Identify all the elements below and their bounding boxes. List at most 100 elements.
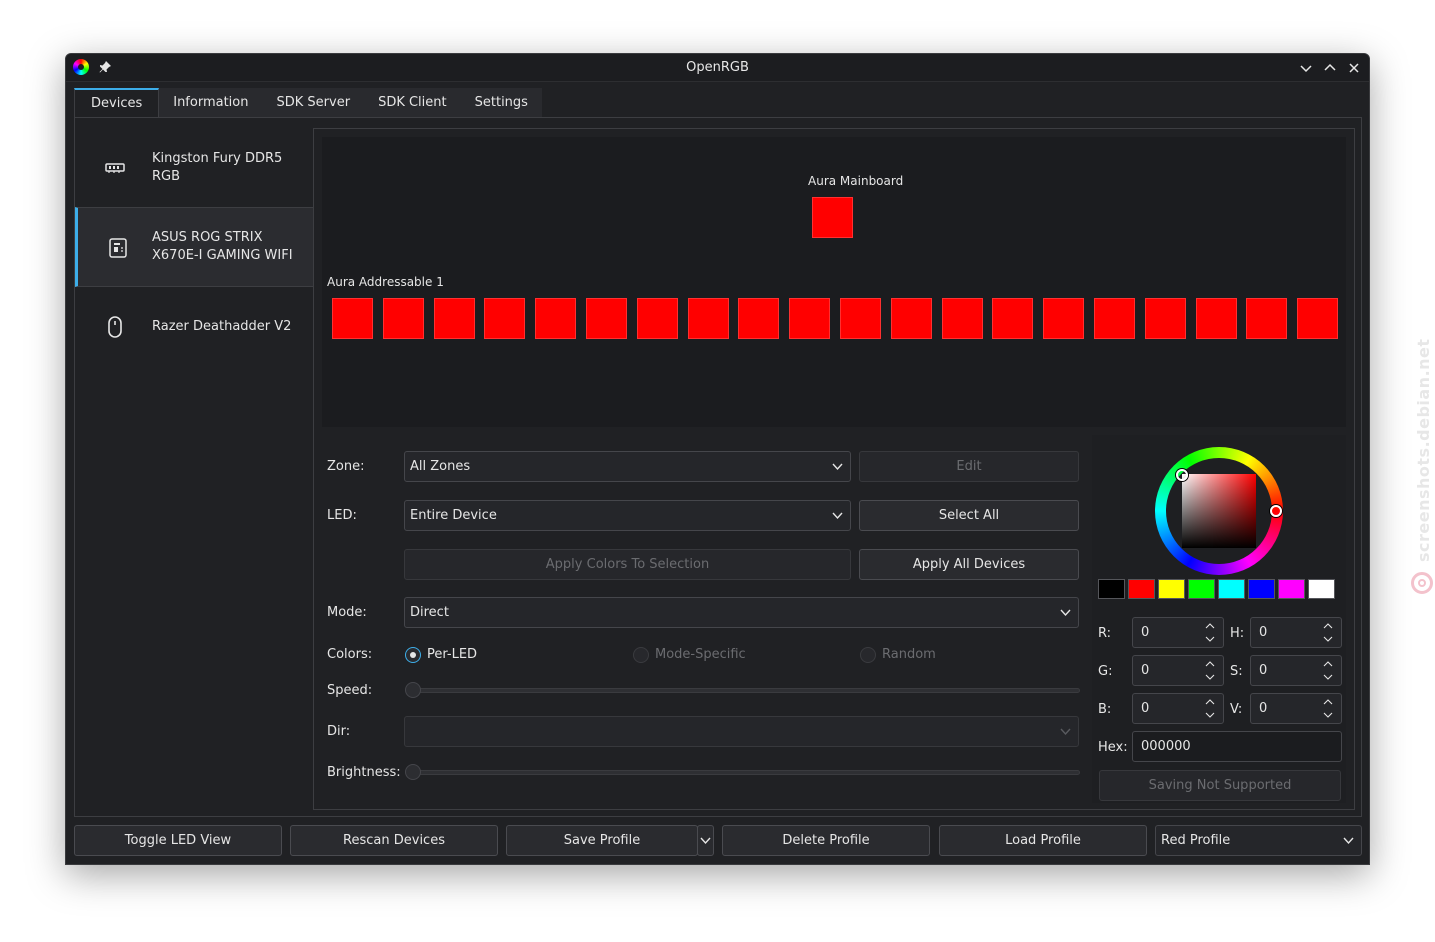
color-swatch-00ff00[interactable] <box>1188 579 1215 599</box>
device-item-kingston[interactable]: Kingston Fury DDR5 RGB <box>75 128 313 208</box>
led-addressable-16[interactable] <box>1094 298 1135 339</box>
led-select[interactable]: Entire Device <box>404 500 851 531</box>
chevron-down-icon <box>832 512 843 520</box>
h-value: 0 <box>1259 625 1268 640</box>
close-button[interactable] <box>1345 59 1363 77</box>
mode-specific-radio[interactable] <box>633 647 649 663</box>
save-profile-menu-button[interactable] <box>697 825 714 856</box>
led-addressable-11[interactable] <box>840 298 881 339</box>
devices-tab-panel: Kingston Fury DDR5 RGB ASUS ROG STRIX X6… <box>74 117 1362 817</box>
spin-arrows-icon <box>1205 661 1215 680</box>
hex-value: 000000 <box>1141 739 1191 754</box>
color-swatch-ffff00[interactable] <box>1158 579 1185 599</box>
window-title: OpenRGB <box>686 60 749 75</box>
led-addressable-3[interactable] <box>433 298 475 339</box>
tab-information[interactable]: Information <box>159 88 263 118</box>
led-addressable-4[interactable] <box>484 298 526 339</box>
led-addressable-1[interactable] <box>332 298 373 339</box>
led-label: LED: <box>327 508 357 523</box>
mode-specific-radio-label: Mode-Specific <box>655 647 746 662</box>
hex-input[interactable]: 000000 <box>1132 731 1342 762</box>
r-spinbox[interactable]: 0 <box>1132 617 1224 648</box>
random-radio[interactable] <box>860 647 876 663</box>
apply-all-devices-button[interactable]: Apply All Devices <box>859 549 1079 580</box>
debian-swirl-icon <box>1411 572 1433 594</box>
color-swatch-0000ff[interactable] <box>1248 579 1275 599</box>
mode-select-value: Direct <box>410 605 449 620</box>
led-addressable-18[interactable] <box>1195 298 1237 339</box>
speed-slider-handle[interactable] <box>405 682 421 698</box>
device-item-asus-rog-strix[interactable]: ASUS ROG STRIX X670E-I GAMING WIFI <box>75 207 313 287</box>
sv-picker-handle[interactable] <box>1176 469 1188 481</box>
brightness-slider-track[interactable] <box>406 770 1080 775</box>
hue-picker-handle[interactable] <box>1270 505 1282 517</box>
led-addressable-2[interactable] <box>382 298 424 339</box>
s-spinbox[interactable]: 0 <box>1250 655 1342 686</box>
v-spinbox[interactable]: 0 <box>1250 693 1342 724</box>
device-label: Razer Deathadder V2 <box>152 319 292 334</box>
select-all-button[interactable]: Select All <box>859 500 1079 531</box>
spin-arrows-icon <box>1205 623 1215 642</box>
b-value: 0 <box>1141 701 1150 716</box>
profile-select[interactable]: Red Profile <box>1155 825 1362 856</box>
watermark: screenshots.debian.net <box>1408 338 1433 600</box>
dir-select[interactable] <box>404 716 1079 747</box>
mode-select[interactable]: Direct <box>404 597 1079 628</box>
spin-arrows-icon <box>1323 623 1333 642</box>
speed-slider-track[interactable] <box>406 688 1080 693</box>
g-spinbox[interactable]: 0 <box>1132 655 1224 686</box>
brightness-slider-handle[interactable] <box>405 764 421 780</box>
delete-profile-button[interactable]: Delete Profile <box>722 825 930 856</box>
h-spinbox[interactable]: 0 <box>1250 617 1342 648</box>
dir-label: Dir: <box>327 724 351 739</box>
led-addressable-15[interactable] <box>1043 298 1085 339</box>
edit-button[interactable]: Edit <box>859 451 1079 482</box>
led-mainboard-1[interactable] <box>812 197 853 238</box>
toggle-led-view-button[interactable]: Toggle LED View <box>74 825 282 856</box>
color-swatch-000000[interactable] <box>1098 579 1125 599</box>
apply-colors-to-selection-button[interactable]: Apply Colors To Selection <box>404 549 851 580</box>
led-addressable-10[interactable] <box>789 298 831 339</box>
r-value: 0 <box>1141 625 1150 640</box>
led-addressable-9[interactable] <box>738 298 780 339</box>
tab-sdk-server[interactable]: SDK Server <box>262 88 365 118</box>
save-profile-button[interactable]: Save Profile <box>506 825 698 856</box>
watermark-text: screenshots.debian.net <box>1414 338 1433 562</box>
rescan-devices-button[interactable]: Rescan Devices <box>290 825 498 856</box>
tab-settings[interactable]: Settings <box>460 88 542 118</box>
r-label: R: <box>1098 626 1112 641</box>
led-addressable-17[interactable] <box>1144 298 1186 339</box>
per-led-radio[interactable] <box>405 647 421 663</box>
led-addressable-8[interactable] <box>687 298 729 339</box>
zone-select[interactable]: All Zones <box>404 451 851 482</box>
spin-arrows-icon <box>1205 699 1215 718</box>
openrgb-window: OpenRGB Devices Information SDK Server S… <box>65 53 1370 865</box>
device-item-razer[interactable]: Razer Deathadder V2 <box>75 287 313 367</box>
led-addressable-13[interactable] <box>941 298 983 339</box>
b-spinbox[interactable]: 0 <box>1132 693 1224 724</box>
color-swatch-ff0000[interactable] <box>1128 579 1155 599</box>
led-addressable-5[interactable] <box>535 298 577 339</box>
h-label: H: <box>1230 626 1245 641</box>
minimize-button[interactable] <box>1297 59 1315 77</box>
color-swatch-ff00ff[interactable] <box>1278 579 1305 599</box>
chevron-down-icon <box>1060 728 1071 736</box>
saturation-value-square[interactable] <box>1182 474 1256 548</box>
led-addressable-19[interactable] <box>1246 298 1288 339</box>
color-swatch-ffffff[interactable] <box>1308 579 1335 599</box>
maximize-button[interactable] <box>1321 59 1339 77</box>
zone-title-aura-addressable: Aura Addressable 1 <box>327 275 444 289</box>
led-addressable-20[interactable] <box>1297 298 1339 339</box>
b-label: B: <box>1098 702 1112 717</box>
led-addressable-14[interactable] <box>992 298 1034 339</box>
tab-sdk-client[interactable]: SDK Client <box>364 88 461 118</box>
spin-arrows-icon <box>1323 661 1333 680</box>
saving-not-supported-button[interactable]: Saving Not Supported <box>1099 770 1341 801</box>
led-addressable-6[interactable] <box>586 298 627 339</box>
led-addressable-7[interactable] <box>636 298 678 339</box>
load-profile-button[interactable]: Load Profile <box>939 825 1147 856</box>
s-value: 0 <box>1259 663 1268 678</box>
tab-devices[interactable]: Devices <box>74 88 160 118</box>
color-swatch-00ffff[interactable] <box>1218 579 1245 599</box>
led-addressable-12[interactable] <box>890 298 932 339</box>
